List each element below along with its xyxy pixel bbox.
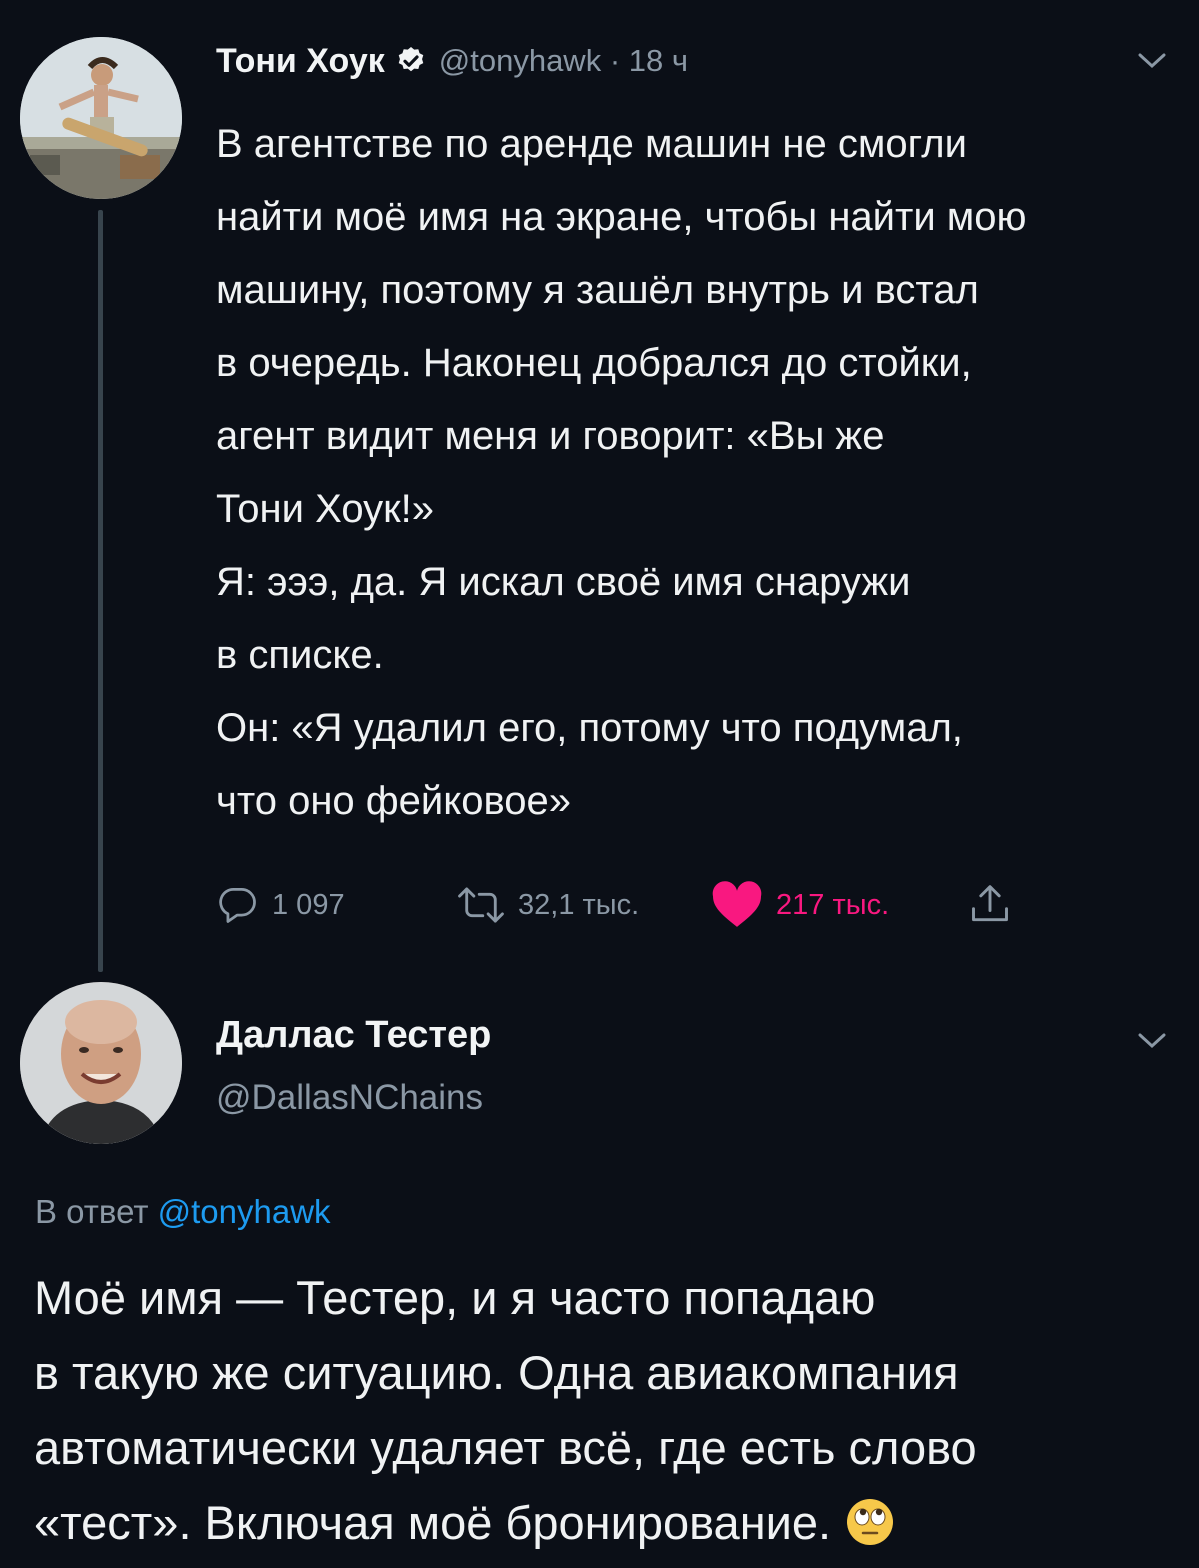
original-tweet: Тони Хоук @tonyhawk · 18 ч В агентстве п… [0,0,1199,980]
rolling-eyes-emoji-icon [847,1499,894,1545]
action-bar: 1 097 32,1 тыс. 217 тыс. [216,878,1036,932]
author-name[interactable]: Тони Хоук [216,42,385,81]
reply-text-line: в такую же ситуацию. Одна авиакомпания [34,1346,959,1399]
retweet-icon [458,887,504,923]
tweet-text-line: Я: эээ, да. Я искал своё имя снаружи [216,560,911,604]
verified-icon [398,47,424,72]
reply-button[interactable]: 1 097 [216,878,345,932]
avatar[interactable] [20,982,182,1144]
reply-to-mention[interactable]: @tonyhawk [158,1193,331,1230]
thread-line [98,210,103,972]
avatar[interactable] [20,37,182,199]
heart-icon [712,881,762,927]
tweet-text-line: в очередь. Наконец добрался до стойки, [216,341,972,385]
reply-count: 1 097 [272,888,345,921]
reply-text-line: «тест». Включая моё бронирование. [34,1496,832,1549]
reply-author-handle[interactable]: @DallasNChains [216,1078,483,1118]
tweet-text-line: в списке. [216,633,384,677]
reply-text-line: автоматически удаляет всё, где есть слов… [34,1421,977,1474]
tweet-text-line: машину, поэтому я зашёл внутрь и встал [216,268,979,312]
tweet-text-line: В агентстве по аренде машин не смогли [216,122,967,166]
retweet-count: 32,1 тыс. [518,888,640,921]
share-button[interactable] [968,878,1024,932]
tweet-text: В агентстве по аренде машин не смогли на… [216,108,1166,838]
author-handle[interactable]: @tonyhawk [439,43,601,78]
reply-author-name[interactable]: Даллас Тестер [216,1014,491,1057]
chevron-down-icon[interactable] [1137,1032,1167,1050]
tweet-text-line: найти моё имя на экране, чтобы найти мою [216,195,1027,239]
retweet-button[interactable]: 32,1 тыс. [456,878,639,932]
reply-text-last: «тест». Включая моё бронирование. [34,1485,1154,1560]
tweet-text-line: Он: «Я удалил его, потому что подумал, [216,706,963,750]
avatar-photo [20,982,182,1144]
share-icon [972,885,1008,922]
tweet-text-line: агент видит меня и говорит: «Вы же [216,414,885,458]
avatar-photo [20,37,182,199]
tweet-time[interactable]: · 18 ч [610,43,688,78]
tweet-text-line: Тони Хоук!» [216,487,434,531]
like-count: 217 тыс. [776,888,890,921]
like-button[interactable]: 217 тыс. [710,878,889,932]
tweet-text-line: что оно фейковое» [216,779,571,823]
chevron-down-icon[interactable] [1137,52,1167,70]
reply-context: В ответ @tonyhawk [35,1193,331,1231]
tweet-header: Тони Хоук @tonyhawk · 18 ч [216,36,688,86]
reply-text: Моё имя — Тестер, и я часто попадаю в та… [34,1260,1154,1560]
reply-to-prefix: В ответ [35,1193,149,1230]
reply-icon [219,888,256,923]
reply-text-line: Моё имя — Тестер, и я часто попадаю [34,1271,876,1324]
